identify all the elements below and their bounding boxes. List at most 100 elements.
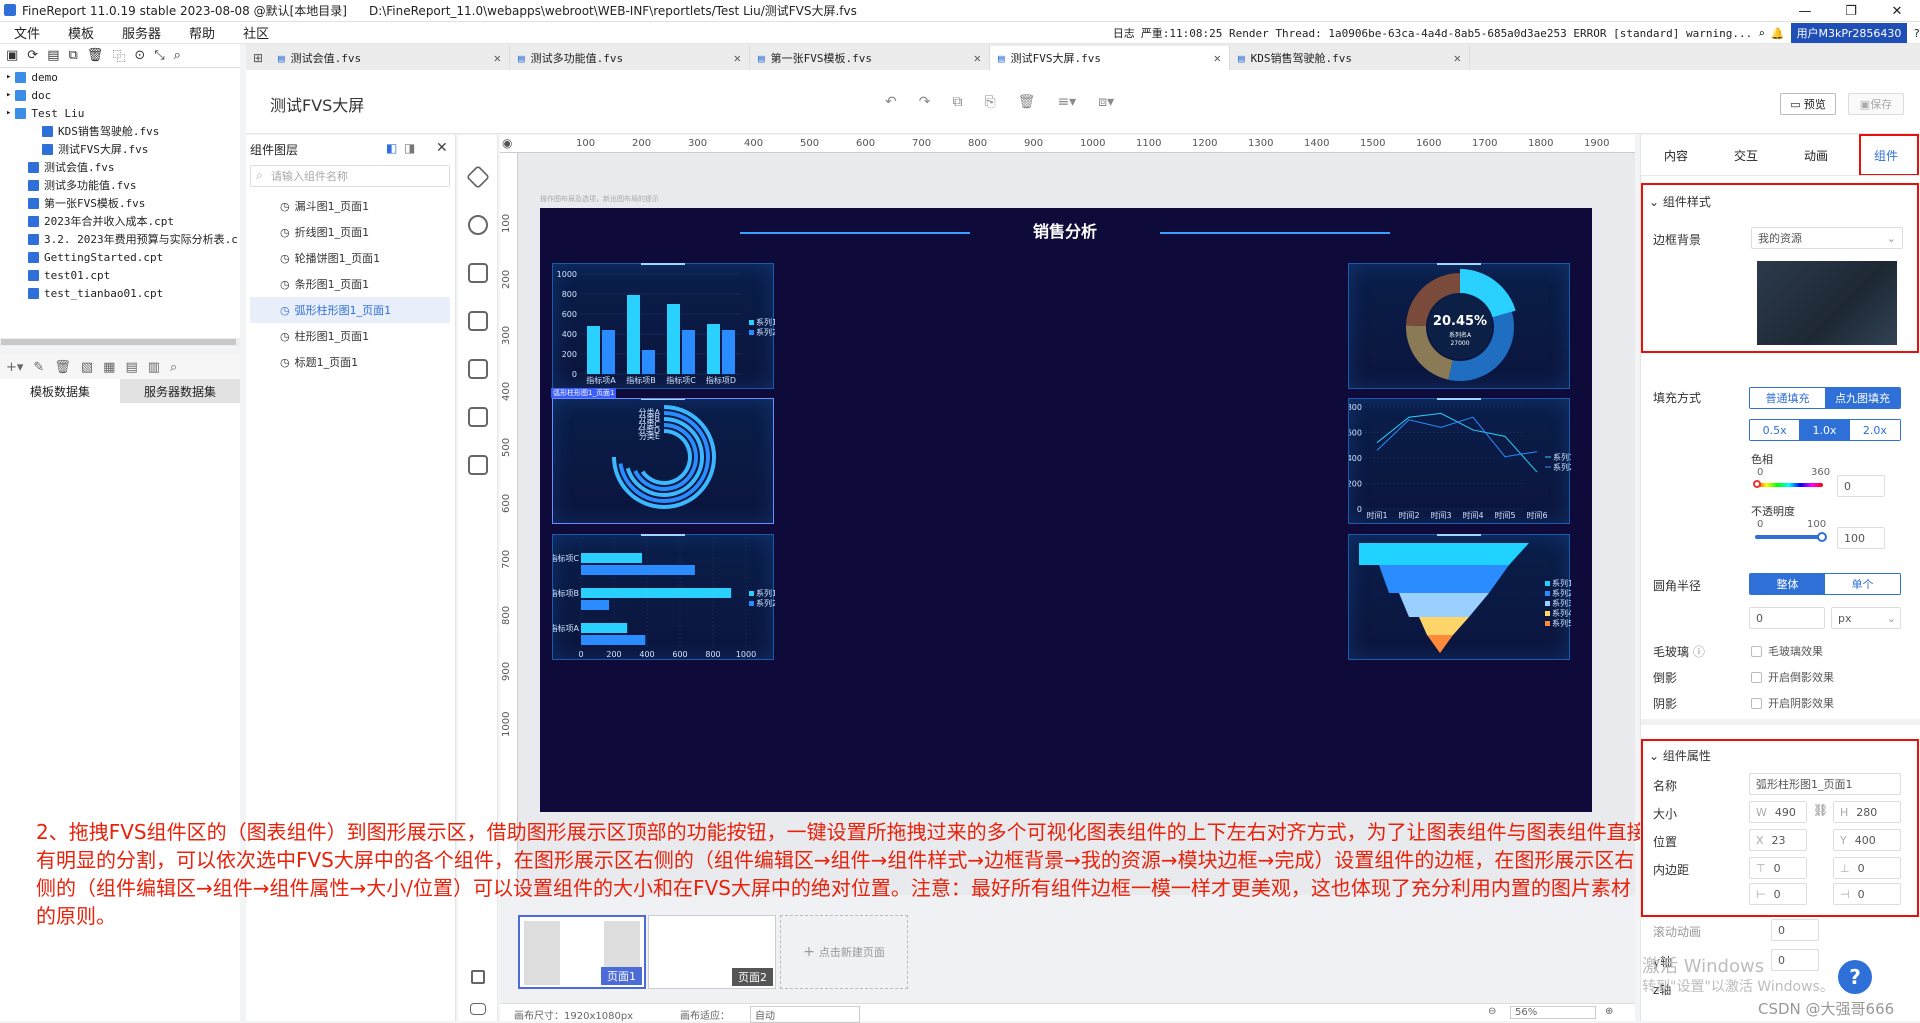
padding-right-input[interactable]: ⊣ 0 [1833, 883, 1901, 905]
blur-checkbox[interactable]: 毛玻璃效果 [1751, 643, 1823, 659]
tree-item[interactable]: 测试会值.fvs [0, 158, 240, 176]
tab-server-dataset[interactable]: 服务器数据集 [120, 379, 240, 403]
border-bg-select[interactable]: 我的资源 ⌄ [1751, 227, 1903, 249]
height-input[interactable]: H 280 [1833, 801, 1901, 823]
paste-icon[interactable]: ⎘ [984, 94, 995, 110]
fill-nine-option[interactable]: 点九图填充 [1825, 388, 1900, 408]
preview-icon[interactable]: ▧ [81, 360, 93, 375]
anim-input[interactable]: 0 [1771, 919, 1819, 941]
close-window-button[interactable]: ✕ [1874, 0, 1920, 22]
zoom-select[interactable]: 56% [1510, 1006, 1596, 1019]
menu-template[interactable]: 模板 [54, 23, 108, 42]
tree-item[interactable]: test_tianbao01.cpt [0, 284, 240, 302]
tab-animation[interactable]: 动画 [1781, 135, 1851, 175]
copy-icon[interactable]: ⿻ [112, 46, 125, 65]
import-icon[interactable]: ⧉ [69, 48, 78, 63]
edit-dataset-icon[interactable]: ▦ [103, 360, 115, 375]
prop-section-title[interactable]: ⌄ 组件属性 [1649, 747, 1711, 764]
width-input[interactable]: W 490 [1749, 801, 1807, 823]
layer-item[interactable]: ◷ 漏斗图1_页面1 [250, 193, 450, 219]
maximize-button[interactable]: ❐ [1828, 0, 1874, 22]
search-icon[interactable]: ⌕ [1758, 27, 1765, 40]
help-button[interactable]: ? [1838, 960, 1872, 994]
template-icon[interactable]: ▤ [47, 48, 59, 63]
layer-search-input[interactable]: 请输入组件名称 [250, 165, 450, 187]
y-input[interactable]: Y 400 [1833, 829, 1901, 851]
tab-template[interactable]: ▤ 第一张FVS模板.fvs ✕ [750, 46, 990, 70]
chevron-right-icon[interactable]: ▸ [6, 108, 11, 118]
menu-help[interactable]: 帮助 [175, 23, 229, 42]
padding-top-input[interactable]: ⊤ 0 [1749, 857, 1807, 879]
layer-item[interactable]: ◷ 轮播饼图1_页面1 [250, 245, 450, 271]
fill-mode-toggle[interactable]: 普通填充 点九图填充 [1749, 387, 1901, 409]
keyboard-icon[interactable] [470, 1003, 486, 1015]
user-badge[interactable]: 用户M3kPr2856430 [1790, 23, 1908, 43]
pie-chart-panel[interactable]: 20.45% 系列名A 27000 [1348, 263, 1570, 389]
tree-item[interactable]: 2023年合并收入成本.cpt [0, 212, 240, 230]
table-icon[interactable] [468, 407, 488, 427]
y-axis-input[interactable]: 0 [1771, 949, 1819, 971]
close-icon[interactable]: ✕ [1214, 51, 1221, 65]
minimize-button[interactable]: — [1782, 0, 1828, 22]
scale-20[interactable]: 2.0x [1849, 420, 1900, 440]
tree-scrollbar[interactable] [0, 338, 240, 346]
tree-item[interactable]: ▸ Test Liu [0, 104, 240, 122]
bar-chart-panel[interactable]: 0 200 400 600 800 1000 指标项A 指标项B 指标项C 指标项D 系列1 系列2 [552, 263, 777, 389]
scale-10[interactable]: 1.0x [1799, 420, 1850, 440]
line-chart-panel[interactable]: 0 200 400 600 800 时间1 时间2 时间3 时间4 时间5 时间6 系列1系列2 [1347, 398, 1574, 524]
log-link[interactable]: 日志 [1113, 25, 1135, 41]
layout-toggle-icon[interactable]: ◧ [386, 141, 397, 155]
search-icon[interactable]: ⌕ [170, 360, 177, 375]
new-folder-icon[interactable]: ▣ [6, 48, 18, 63]
text-icon[interactable] [468, 263, 488, 283]
tab-template[interactable]: ▤ 测试FVS大屏.fvs ✕ [990, 46, 1230, 70]
eye-icon[interactable]: ◉ [502, 136, 512, 150]
cube-icon[interactable] [465, 164, 491, 190]
chevron-right-icon[interactable]: ▸ [6, 90, 11, 100]
hue-handle[interactable] [1753, 480, 1761, 488]
close-icon[interactable]: ✕ [1454, 51, 1461, 65]
collapse-icon[interactable]: ⤡ [154, 48, 164, 63]
hue-input[interactable]: 0 [1837, 475, 1885, 497]
delete-icon[interactable]: 🗑 [54, 360, 71, 375]
help-circle-icon[interactable]: ⓘ [1693, 645, 1705, 659]
close-icon[interactable]: ✕ [436, 140, 448, 156]
menu-file[interactable]: 文件 [0, 23, 54, 42]
box-icon[interactable] [468, 455, 488, 475]
canvas-size[interactable]: 画布尺寸：1920x1080px [514, 1007, 633, 1022]
error-status[interactable]: 严重:11:08:25 Render Thread: 1a0906be-63ca… [1141, 25, 1752, 41]
tree-item[interactable]: 测试FVS大屏.fvs [0, 140, 240, 158]
radius-unit-select[interactable]: px ⌄ [1831, 607, 1901, 629]
opacity-slider[interactable] [1755, 535, 1823, 539]
shadow-checkbox[interactable]: 开启阴影效果 [1751, 695, 1834, 711]
copy-icon[interactable]: ⧉ [952, 94, 962, 110]
menu-server[interactable]: 服务器 [108, 23, 175, 42]
new-template-icon[interactable]: ⊞ [246, 46, 270, 70]
screen-title[interactable]: 销售分析 [980, 220, 1150, 244]
tree-item[interactable]: GettingStarted.cpt [0, 248, 240, 266]
zoom-in-icon[interactable]: ⊕ [1605, 1006, 1613, 1017]
media-icon[interactable] [468, 311, 488, 331]
x-input[interactable]: X 23 [1749, 829, 1807, 851]
server-dataset-icon[interactable]: ▤ [125, 360, 137, 375]
undo-icon[interactable]: ↶ [885, 94, 897, 110]
close-icon[interactable]: ✕ [974, 51, 981, 65]
border-bg-preview[interactable] [1757, 261, 1897, 345]
tree-item[interactable]: 第一张FVS模板.fvs [0, 194, 240, 212]
widget-icon[interactable] [468, 359, 488, 379]
chevron-right-icon[interactable]: ▸ [6, 72, 11, 82]
bell-icon[interactable]: 🔔 [1771, 27, 1785, 40]
edit-icon[interactable]: ✎ [33, 360, 44, 375]
save-button[interactable]: ▣ 保存 [1848, 93, 1904, 115]
scale-05[interactable]: 0.5x [1750, 420, 1800, 440]
opacity-handle[interactable] [1817, 532, 1827, 542]
tree-item[interactable]: 3.2. 2023年费用预算与实际分析表.c [0, 230, 240, 248]
tab-template[interactable]: ▤ 测试多功能值.fvs ✕ [510, 46, 750, 70]
tab-template[interactable]: ▤ 测试会值.fvs ✕ [270, 46, 510, 70]
layer-item[interactable]: ◷ 折线图1_页面1 [250, 219, 450, 245]
layer-item[interactable]: ◷ 标题1_页面1 [250, 349, 450, 375]
locate-icon[interactable]: ⊙ [134, 48, 145, 63]
tree-item[interactable]: ▸ demo [0, 68, 240, 86]
tree-item[interactable]: 测试多功能值.fvs [0, 176, 240, 194]
hbar-chart-panel[interactable]: 0 200 400 600 800 1000 指标项A 指标项B 指标项C 系列1 系列2 [549, 534, 777, 660]
